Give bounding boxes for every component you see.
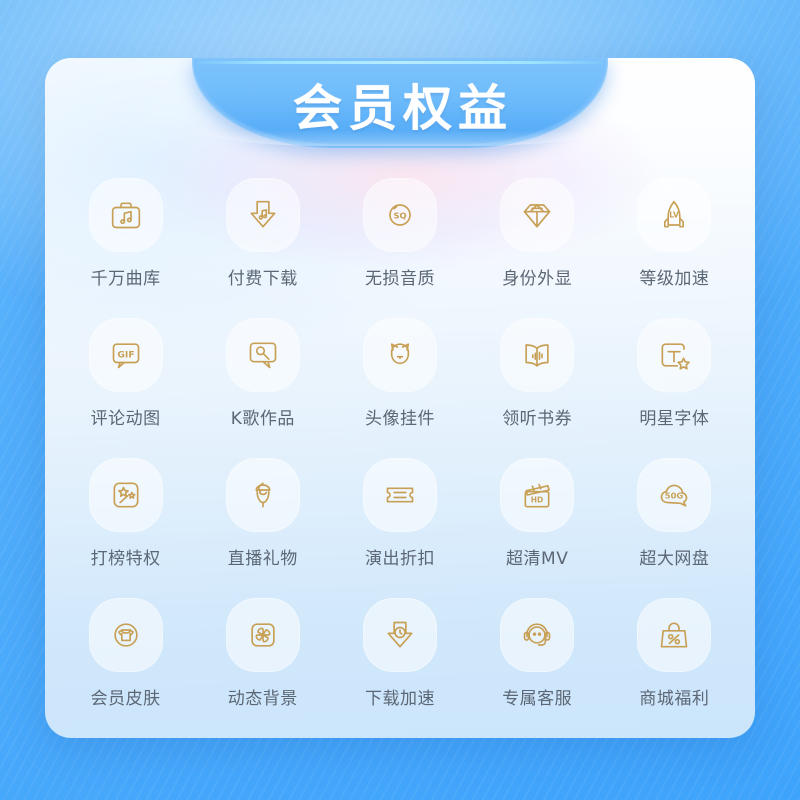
benefit-label: 千万曲库 xyxy=(90,269,161,289)
cloud-50g-icon[interactable]: 50G xyxy=(637,458,712,532)
magic-wand-icon[interactable] xyxy=(88,458,163,532)
benefit-label: 专属客服 xyxy=(502,689,573,709)
pinwheel-icon[interactable] xyxy=(225,598,300,672)
benefit-item[interactable]: 千万曲库 xyxy=(57,178,194,318)
benefit-item[interactable]: 专属客服 xyxy=(469,598,606,738)
benefit-item[interactable]: 明星字体 xyxy=(606,318,743,458)
svg-text:50G: 50G xyxy=(665,490,684,500)
benefit-label: 会员皮肤 xyxy=(90,689,161,709)
benefits-card: 会员权益 千万曲库 付费下载 SQ 无损音质 身份外显 LV 等级加速 GIF 评论动图 K歌作品… xyxy=(45,58,755,738)
microphone-bubble-icon[interactable] xyxy=(225,318,300,392)
benefit-label: 演出折扣 xyxy=(364,549,435,569)
benefit-item[interactable]: 身份外显 xyxy=(469,178,606,318)
benefit-label: 超清MV xyxy=(506,549,569,569)
benefit-item[interactable]: 演出折扣 xyxy=(331,458,468,598)
benefit-item[interactable]: LV 等级加速 xyxy=(606,178,743,318)
benefit-item[interactable]: 直播礼物 xyxy=(194,458,331,598)
download-clock-icon[interactable] xyxy=(362,598,437,672)
hd-clapperboard-icon[interactable]: HD xyxy=(500,458,575,532)
benefit-label: 直播礼物 xyxy=(227,549,298,569)
svg-text:GIF: GIF xyxy=(117,350,134,361)
benefit-item[interactable]: GIF 评论动图 xyxy=(57,318,194,458)
benefit-label: 下载加速 xyxy=(364,689,435,709)
svg-text:HD: HD xyxy=(531,496,544,505)
music-briefcase-icon[interactable] xyxy=(88,178,163,252)
rose-icon[interactable] xyxy=(225,458,300,532)
membership-benefits-page: 会员权益 千万曲库 付费下载 SQ 无损音质 身份外显 LV 等级加速 GIF 评论动图 K歌作品… xyxy=(0,0,800,800)
benefit-item[interactable]: 头像挂件 xyxy=(331,318,468,458)
page-title-banner: 会员权益 xyxy=(192,58,608,148)
benefit-item[interactable]: 50G 超大网盘 xyxy=(606,458,743,598)
benefit-item[interactable]: 商城福利 xyxy=(606,598,743,738)
benefit-label: 打榜特权 xyxy=(90,549,161,569)
benefits-grid: 千万曲库 付费下载 SQ 无损音质 身份外显 LV 等级加速 GIF 评论动图 K歌作品 头像挂件 领… xyxy=(45,178,755,738)
cat-face-icon[interactable] xyxy=(362,318,437,392)
svg-text:SQ: SQ xyxy=(393,210,406,220)
benefit-label: 领听书券 xyxy=(502,409,573,429)
svg-text:LV: LV xyxy=(670,211,680,220)
gif-bubble-icon[interactable]: GIF xyxy=(88,318,163,392)
audiobook-icon[interactable] xyxy=(500,318,575,392)
benefit-item[interactable]: 动态背景 xyxy=(194,598,331,738)
lv-rocket-icon[interactable]: LV xyxy=(637,178,712,252)
benefit-item[interactable]: 会员皮肤 xyxy=(57,598,194,738)
benefit-label: 超大网盘 xyxy=(639,549,710,569)
percent-bag-icon[interactable] xyxy=(637,598,712,672)
benefit-label: 头像挂件 xyxy=(364,409,435,429)
text-star-icon[interactable] xyxy=(637,318,712,392)
benefit-label: 动态背景 xyxy=(227,689,298,709)
headset-icon[interactable] xyxy=(500,598,575,672)
benefit-label: 付费下载 xyxy=(227,269,298,289)
benefit-item[interactable]: HD 超清MV xyxy=(469,458,606,598)
benefit-label: 商城福利 xyxy=(639,689,710,709)
benefit-item[interactable]: SQ 无损音质 xyxy=(331,178,468,318)
benefit-item[interactable]: 领听书券 xyxy=(469,318,606,458)
benefit-item[interactable]: 打榜特权 xyxy=(57,458,194,598)
benefit-item[interactable]: K歌作品 xyxy=(194,318,331,458)
download-note-icon[interactable] xyxy=(225,178,300,252)
ticket-icon[interactable] xyxy=(362,458,437,532)
benefit-item[interactable]: 付费下载 xyxy=(194,178,331,318)
shirt-circle-icon[interactable] xyxy=(88,598,163,672)
page-title: 会员权益 xyxy=(292,79,513,137)
benefit-label: 无损音质 xyxy=(364,269,435,289)
sq-circle-icon[interactable]: SQ xyxy=(362,178,437,252)
benefit-label: 身份外显 xyxy=(502,269,573,289)
benefit-label: 等级加速 xyxy=(639,269,710,289)
benefit-label: 评论动图 xyxy=(90,409,161,429)
banner-top-highlight xyxy=(198,61,602,64)
benefit-item[interactable]: 下载加速 xyxy=(331,598,468,738)
benefit-label: 明星字体 xyxy=(639,409,710,429)
diamond-icon[interactable] xyxy=(500,178,575,252)
benefit-label: K歌作品 xyxy=(230,409,295,429)
